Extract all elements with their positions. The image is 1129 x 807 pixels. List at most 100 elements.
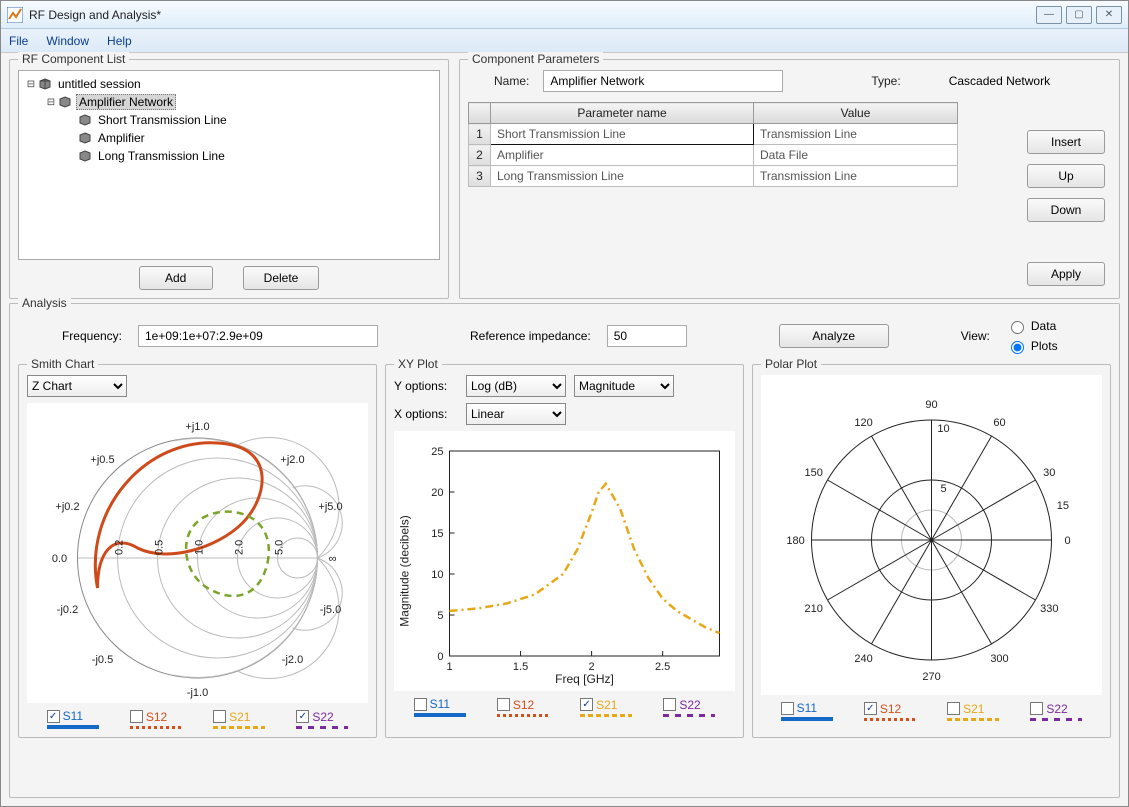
s12-checkbox[interactable]: [497, 698, 510, 711]
component-parameters-legend: Component Parameters: [468, 52, 603, 66]
titlebar: RF Design and Analysis* — ▢ ✕: [1, 1, 1128, 29]
view-label: View:: [961, 329, 990, 343]
name-input[interactable]: [543, 70, 783, 92]
insert-button[interactable]: Insert: [1027, 130, 1105, 154]
view-plots-radio[interactable]: Plots: [1006, 338, 1058, 354]
col-param: Parameter name: [491, 103, 754, 124]
cube-icon: [79, 150, 91, 162]
svg-text:2.5: 2.5: [655, 661, 670, 673]
s12-checkbox[interactable]: ✓: [864, 702, 877, 715]
yopt1-select[interactable]: Log (dB): [466, 375, 566, 397]
ref-impedance-label: Reference impedance:: [470, 329, 591, 343]
yopt-label: Y options:: [394, 379, 458, 393]
frequency-input[interactable]: [138, 325, 378, 347]
tree-item[interactable]: Long Transmission Line: [96, 149, 227, 163]
svg-text:60: 60: [993, 417, 1005, 429]
svg-text:15: 15: [431, 528, 443, 540]
yopt2-select[interactable]: Magnitude: [574, 375, 674, 397]
xopt-select[interactable]: Linear: [466, 403, 566, 425]
tree-item[interactable]: Amplifier: [96, 131, 147, 145]
svg-text:-j0.5: -j0.5: [92, 654, 113, 666]
xopt-label: X options:: [394, 407, 458, 421]
svg-text:5: 5: [940, 483, 946, 495]
component-list-panel: RF Component List ⊟ untitled session ⊟ A…: [9, 59, 449, 299]
smith-legend: Smith Chart: [27, 357, 98, 371]
component-tree[interactable]: ⊟ untitled session ⊟ Amplifier Network S…: [18, 70, 440, 260]
menu-help[interactable]: Help: [107, 34, 132, 48]
close-button[interactable]: ✕: [1096, 6, 1122, 24]
smith-plot: +j1.0 +j0.5 +j2.0 +j0.2 +j5.0 0.0 ∞ -j0.…: [27, 403, 368, 703]
svg-text:180: 180: [786, 535, 804, 547]
minimize-button[interactable]: —: [1036, 6, 1062, 24]
parameter-table[interactable]: Parameter nameValue 1Short Transmission …: [468, 102, 958, 187]
analysis-legend: Analysis: [18, 296, 71, 310]
table-cell[interactable]: Data File: [754, 145, 958, 166]
svg-text:150: 150: [805, 467, 823, 479]
s22-checkbox[interactable]: [1030, 702, 1043, 715]
expand-icon[interactable]: ⊟: [45, 97, 57, 108]
s11-checkbox[interactable]: [781, 702, 794, 715]
table-cell[interactable]: Transmission Line: [754, 166, 958, 187]
delete-button[interactable]: Delete: [243, 266, 320, 290]
table-cell[interactable]: Transmission Line: [754, 124, 958, 145]
component-parameters-panel: Component Parameters Name: Type: Cascade…: [459, 59, 1120, 299]
s11-checkbox[interactable]: ✓: [47, 710, 60, 723]
window-title: RF Design and Analysis*: [29, 8, 1036, 22]
svg-text:+j2.0: +j2.0: [280, 454, 304, 466]
svg-text:-j2.0: -j2.0: [282, 654, 303, 666]
s21-checkbox[interactable]: ✓: [580, 698, 593, 711]
name-label: Name:: [494, 74, 529, 88]
svg-text:20: 20: [431, 487, 443, 499]
svg-text:-j5.0: -j5.0: [320, 604, 341, 616]
smith-type-select[interactable]: Z Chart: [27, 375, 127, 397]
svg-text:0: 0: [437, 651, 443, 663]
s22-checkbox[interactable]: ✓: [296, 710, 309, 723]
svg-text:+j0.5: +j0.5: [90, 454, 114, 466]
menu-file[interactable]: File: [9, 34, 28, 48]
tree-root[interactable]: untitled session: [56, 77, 143, 91]
svg-text:+j1.0: +j1.0: [185, 421, 209, 433]
svg-text:0: 0: [1064, 535, 1070, 547]
table-cell[interactable]: Long Transmission Line: [491, 166, 754, 187]
analyze-button[interactable]: Analyze: [779, 324, 889, 348]
apply-button[interactable]: Apply: [1027, 262, 1105, 286]
ref-impedance-input[interactable]: [607, 325, 687, 347]
svg-text:300: 300: [990, 653, 1008, 665]
s12-checkbox[interactable]: [130, 710, 143, 723]
svg-text:240: 240: [854, 653, 872, 665]
svg-text:10: 10: [937, 423, 949, 435]
expand-icon[interactable]: ⊟: [25, 79, 37, 90]
s22-checkbox[interactable]: [663, 698, 676, 711]
table-cell[interactable]: Short Transmission Line: [491, 124, 754, 145]
s21-checkbox[interactable]: [947, 702, 960, 715]
xy-legend: XY Plot: [394, 357, 442, 371]
type-label: Type:: [871, 74, 900, 88]
up-button[interactable]: Up: [1027, 164, 1105, 188]
svg-text:5.0: 5.0: [274, 540, 286, 555]
app-icon: [7, 7, 23, 23]
svg-text:330: 330: [1040, 603, 1058, 615]
maximize-button[interactable]: ▢: [1066, 6, 1092, 24]
svg-text:-j1.0: -j1.0: [187, 687, 208, 699]
component-list-legend: RF Component List: [18, 52, 129, 66]
down-button[interactable]: Down: [1027, 198, 1105, 222]
s11-checkbox[interactable]: [414, 698, 427, 711]
view-data-radio[interactable]: Data: [1006, 318, 1058, 334]
svg-text:2.0: 2.0: [234, 540, 246, 555]
xy-plot-panel: XY Plot Y options: Log (dB) Magnitude X …: [385, 364, 744, 738]
svg-text:5: 5: [437, 610, 443, 622]
menu-window[interactable]: Window: [46, 34, 89, 48]
table-cell[interactable]: Amplifier: [491, 145, 754, 166]
add-button[interactable]: Add: [139, 266, 213, 290]
svg-text:Magnitude (decibels): Magnitude (decibels): [398, 515, 412, 626]
frequency-label: Frequency:: [32, 329, 122, 343]
cube-icon: [79, 114, 91, 126]
smith-chart-panel: Smith Chart Z Chart: [18, 364, 377, 738]
svg-text:0.2: 0.2: [114, 540, 126, 555]
xy-legend-row: S11 S12 ✓S21 S22: [394, 697, 735, 717]
tree-item[interactable]: Short Transmission Line: [96, 113, 229, 127]
s21-checkbox[interactable]: [213, 710, 226, 723]
cube-icon: [39, 78, 51, 90]
tree-selected[interactable]: Amplifier Network: [76, 94, 176, 110]
polar-legend: Polar Plot: [761, 357, 821, 371]
